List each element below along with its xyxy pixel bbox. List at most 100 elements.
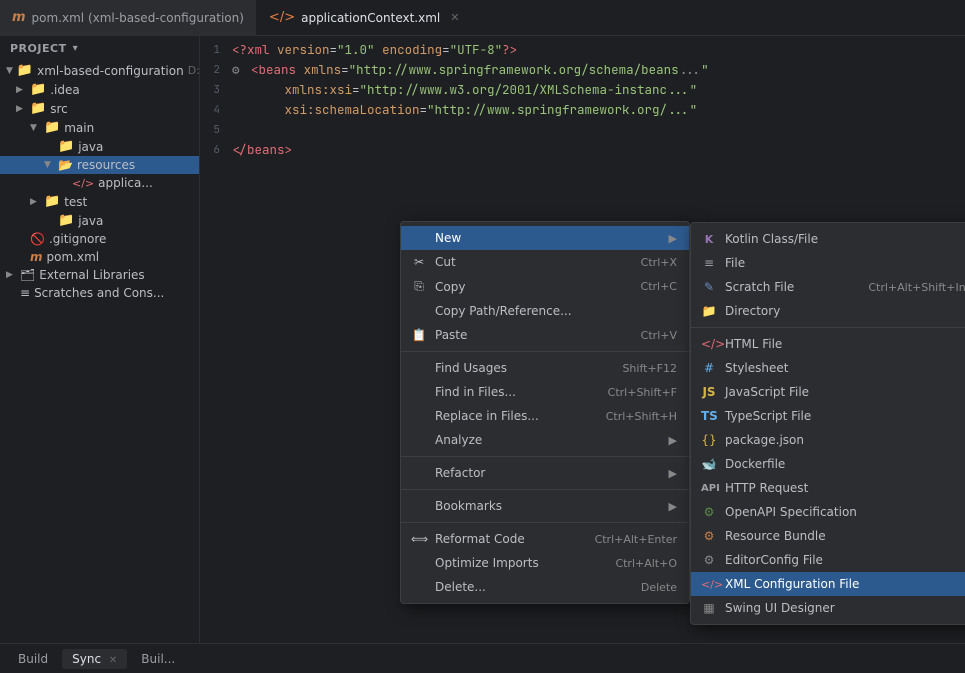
menu-item-optimize-label: Optimize Imports <box>435 556 539 570</box>
arrow-icon-root: ▼ <box>6 66 13 76</box>
sub-menu-item-file[interactable]: ≡ File <box>691 251 965 275</box>
sub-menu-label-resource: Resource Bundle <box>725 529 826 543</box>
sub-menu-item-xml-config[interactable]: </> XML Configuration File ▶ <box>691 572 965 596</box>
scratch-icon: ✎ <box>701 280 717 294</box>
menu-item-delete-label: Delete... <box>435 580 486 594</box>
folder-icon-idea: 📁 <box>30 82 46 97</box>
line-number-6: 6 <box>200 140 232 160</box>
menu-sep-4 <box>401 522 689 523</box>
menu-sep-3 <box>401 489 689 490</box>
editor-area[interactable]: 1 <?xml version="1.0" encoding="UTF-8"?>… <box>200 36 965 643</box>
editor-line-4: 4 xsi:schemaLocation="http://www.springf… <box>200 100 965 120</box>
menu-shortcut-reformat: Ctrl+Alt+Enter <box>595 533 677 546</box>
line-number-2: 2 <box>200 60 232 80</box>
bottom-tab-build2[interactable]: Buil... <box>131 649 185 669</box>
tab-pom-icon: m <box>12 10 26 25</box>
refactor-arrow: ▶ <box>669 467 677 480</box>
sub-menu-item-js[interactable]: JS JavaScript File <box>691 380 965 404</box>
editor-line-3: 3 xmlns:xsi="http://www.w3.org/2001/XMLS… <box>200 80 965 100</box>
folder-icon-main: 📁 <box>44 120 60 135</box>
scratches-icon: ≡ <box>20 286 30 300</box>
sub-menu-sep-1 <box>691 327 965 328</box>
menu-item-bookmarks[interactable]: Bookmarks ▶ <box>401 494 689 518</box>
menu-sep-1 <box>401 351 689 352</box>
tree-item-applica[interactable]: ▶ </> applica... <box>0 174 199 192</box>
tree-label-src: src <box>50 102 68 116</box>
sub-menu-item-ts[interactable]: TS TypeScript File <box>691 404 965 428</box>
xml-config-icon: </> <box>701 578 717 591</box>
sub-menu-item-html[interactable]: </> HTML File <box>691 332 965 356</box>
editorconfig-icon: ⚙ <box>701 553 717 567</box>
tree-item-src[interactable]: ▶ 📁 src <box>0 99 199 118</box>
sub-menu-label-http: HTTP Request <box>725 481 808 495</box>
tree-item-gitignore[interactable]: ▶ 🚫 .gitignore <box>0 230 199 248</box>
bottom-tab-sync-label: Sync <box>72 652 101 666</box>
sub-menu-label-html: HTML File <box>725 337 782 351</box>
menu-item-find-files[interactable]: Find in Files... Ctrl+Shift+F <box>401 380 689 404</box>
sidebar-title: Project <box>10 42 67 55</box>
analyze-arrow: ▶ <box>669 434 677 447</box>
sub-menu-item-kotlin[interactable]: K Kotlin Class/File <box>691 227 965 251</box>
sub-menu-label-xml-config: XML Configuration File <box>725 577 859 591</box>
tree-item-pom[interactable]: ▶ m pom.xml <box>0 248 199 266</box>
sub-menu-item-scratch[interactable]: ✎ Scratch File Ctrl+Alt+Shift+Insert <box>691 275 965 299</box>
tree-item-test[interactable]: ▶ 📁 test <box>0 192 199 211</box>
sub-menu-item-directory[interactable]: 📁 Directory <box>691 299 965 323</box>
sub-menu-item-resource[interactable]: ⚙ Resource Bundle <box>691 524 965 548</box>
menu-item-find-usages[interactable]: Find Usages Shift+F12 <box>401 356 689 380</box>
menu-item-copy-path[interactable]: Copy Path/Reference... <box>401 299 689 323</box>
tree-item-root[interactable]: ▼ 📁 xml-based-configuration D:\workspace… <box>0 61 199 80</box>
tree-label-ext-libs: External Libraries <box>39 268 144 282</box>
menu-item-refactor-label: Refactor <box>435 466 485 480</box>
menu-item-new[interactable]: New ▶ K Kotlin Class/File ≡ File <box>401 226 689 250</box>
directory-icon: 📁 <box>701 304 717 318</box>
sub-menu-new: K Kotlin Class/File ≡ File ✎ Scratch Fil… <box>690 222 965 625</box>
sub-menu-item-docker[interactable]: 🐋 Dockerfile <box>691 452 965 476</box>
ts-icon: TS <box>701 409 717 423</box>
editor-line-6: 6 </beans> <box>200 140 965 160</box>
tree-item-ext-libs[interactable]: ▶ 🗂 External Libraries <box>0 266 199 284</box>
tab-appctx-label: applicationContext.xml <box>301 11 440 25</box>
menu-item-copy[interactable]: ⎘ Copy Ctrl+C <box>401 274 689 299</box>
menu-item-replace-files-label: Replace in Files... <box>435 409 539 423</box>
sub-menu-item-openapi[interactable]: ⚙ OpenAPI Specification <box>691 500 965 524</box>
tab-appctx-close[interactable]: ✕ <box>450 11 459 24</box>
tree-label-pom: pom.xml <box>47 250 100 264</box>
editor-line-1: 1 <?xml version="1.0" encoding="UTF-8"?> <box>200 40 965 60</box>
menu-shortcut-find-usages: Shift+F12 <box>622 362 677 375</box>
tab-appctx[interactable]: </> applicationContext.xml ✕ <box>257 0 473 35</box>
tree-item-idea[interactable]: ▶ 📁 .idea <box>0 80 199 99</box>
docker-icon: 🐋 <box>701 457 717 471</box>
sub-menu-item-http[interactable]: API HTTP Request <box>691 476 965 500</box>
line-content-3: xmlns:xsi="http://www.w3.org/2001/XMLSch… <box>232 80 697 100</box>
menu-item-refactor[interactable]: Refactor ▶ <box>401 461 689 485</box>
bottom-tab-sync[interactable]: Sync ✕ <box>62 649 127 669</box>
folder-icon-test-java: 📁 <box>58 213 74 228</box>
sub-menu-item-editorconfig[interactable]: ⚙ EditorConfig File <box>691 548 965 572</box>
tree-item-test-java[interactable]: ▶ 📁 java <box>0 211 199 230</box>
menu-item-reformat[interactable]: ⟺ Reformat Code Ctrl+Alt+Enter <box>401 527 689 551</box>
menu-item-optimize[interactable]: Optimize Imports Ctrl+Alt+O <box>401 551 689 575</box>
menu-item-paste[interactable]: 📋 Paste Ctrl+V <box>401 323 689 347</box>
menu-item-analyze[interactable]: Analyze ▶ <box>401 428 689 452</box>
sub-menu-item-swing[interactable]: ▦ Swing UI Designer ▶ <box>691 596 965 620</box>
tab-pom[interactable]: m pom.xml (xml-based-configuration) <box>0 0 257 35</box>
css-icon: # <box>701 361 717 375</box>
menu-item-delete[interactable]: Delete... Delete <box>401 575 689 599</box>
sub-menu-shortcut-scratch: Ctrl+Alt+Shift+Insert <box>868 281 965 294</box>
tree-item-main[interactable]: ▼ 📁 main <box>0 118 199 137</box>
sub-menu-item-pkg[interactable]: {} package.json <box>691 428 965 452</box>
bottom-tab-build[interactable]: Build <box>8 649 58 669</box>
menu-item-replace-files[interactable]: Replace in Files... Ctrl+Shift+H <box>401 404 689 428</box>
sub-menu-item-stylesheet[interactable]: # Stylesheet <box>691 356 965 380</box>
tree-item-java[interactable]: ▶ 📁 java <box>0 137 199 156</box>
menu-item-cut[interactable]: ✂ Cut Ctrl+X <box>401 250 689 274</box>
bottom-tab-sync-close[interactable]: ✕ <box>109 655 117 666</box>
tree-item-resources[interactable]: ▼ 📂 resources <box>0 156 199 174</box>
arrow-icon-resources: ▼ <box>44 160 54 170</box>
tree-label-root-path: D:\workspace\S... <box>188 64 200 77</box>
tree-item-scratches[interactable]: ▶ ≡ Scratches and Cons... <box>0 284 199 302</box>
arrow-icon-ext-libs: ▶ <box>6 270 16 280</box>
menu-item-bookmarks-label: Bookmarks <box>435 499 502 513</box>
tree-label-applica: applica... <box>98 176 153 190</box>
